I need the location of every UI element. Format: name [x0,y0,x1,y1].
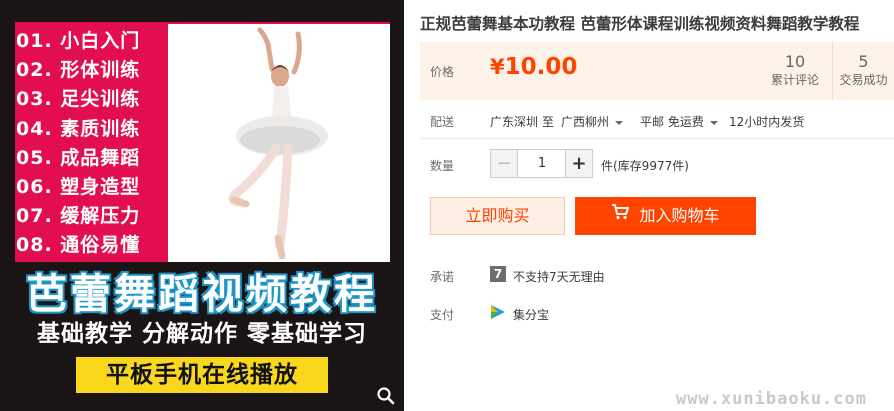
deal-count-stat: 5 交易成功 [833,42,894,100]
magnifier-icon[interactable] [376,386,396,406]
jifenbao-icon [490,304,506,320]
quantity-stepper: − + [490,149,593,178]
stock-text: 件(库存9977件) [601,159,689,173]
divider [420,138,894,139]
quantity-input[interactable] [518,150,566,177]
price-label: 价格 [430,65,455,79]
course-topic: 08. 通俗易懂 [16,234,141,257]
decrease-quantity-button[interactable]: − [491,150,518,177]
ballerina-figure [228,27,328,260]
price-panel: 价格 ¥10.00 10 累计评论 5 交易成功 [420,42,894,100]
chevron-down-icon [615,120,624,125]
cart-icon [611,196,630,234]
course-topic: 04. 素质训练 [16,117,141,140]
ship-from: 广东深圳 至 [490,113,554,130]
delivery-label: 配送 [430,115,455,129]
payment-method[interactable]: 集分宝 [513,306,549,323]
currency-symbol: ¥ [490,55,505,79]
review-count-label: 累计评论 [770,73,819,87]
product-title: 正规芭蕾舞基本功教程 芭蕾形体课程训练视频资料舞蹈教学教程 [420,15,860,33]
promo-title: 芭蕾舞蹈视频教程 [26,270,378,318]
promise-label: 承诺 [430,270,455,284]
destination-selector[interactable]: 广西柳州 [561,113,624,130]
buy-now-button[interactable]: 立即购买 [430,197,565,235]
course-topic-list: 01. 小白入门 02. 形体训练 03. 足尖训练 04. 素质训练 05. … [16,27,166,261]
no-7day-return-icon: 7 [490,266,506,282]
course-topic: 01. 小白入门 [16,30,141,52]
destination-city: 广西柳州 [561,115,610,129]
ship-from-city: 广东深圳 [490,115,539,129]
payment-label: 支付 [430,308,455,322]
deal-count-label: 交易成功 [839,73,888,87]
dispatch-time: 12小时内发货 [729,115,805,129]
course-topic: 07. 缓解压力 [16,205,141,228]
ship-to-word: 至 [541,115,554,129]
shipping-selector[interactable]: 平邮 免运费 [640,113,718,130]
watermark: www.xunibaoku.com [676,389,867,409]
add-to-cart-button[interactable]: 加入购物车 [575,197,756,235]
course-topic: 05. 成品舞蹈 [16,146,141,169]
course-topic: 02. 形体训练 [16,59,141,82]
review-count-stat[interactable]: 10 累计评论 [758,42,832,100]
deal-count: 5 [858,52,869,71]
ballerina-photo [168,24,390,262]
add-to-cart-label: 加入购物车 [639,206,720,225]
price-value: ¥10.00 [490,54,577,80]
review-count: 10 [784,52,806,71]
course-topic: 03. 足尖训练 [16,88,141,111]
price-amount: 10.00 [504,54,578,80]
course-topic: 06. 塑身造型 [16,175,141,198]
shipping-method: 平邮 免运费 [640,115,704,129]
increase-quantity-button[interactable]: + [565,150,592,177]
product-main-image[interactable]: 01. 小白入门 02. 形体训练 03. 足尖训练 04. 素质训练 05. … [0,0,404,411]
chevron-down-icon [709,120,718,125]
promise-text[interactable]: 不支持7天无理由 [513,268,605,285]
promo-subtitle: 基础教学 分解动作 零基础学习 [36,321,367,347]
promo-badge: 平板手机在线播放 [76,357,328,393]
quantity-label: 数量 [430,159,455,173]
